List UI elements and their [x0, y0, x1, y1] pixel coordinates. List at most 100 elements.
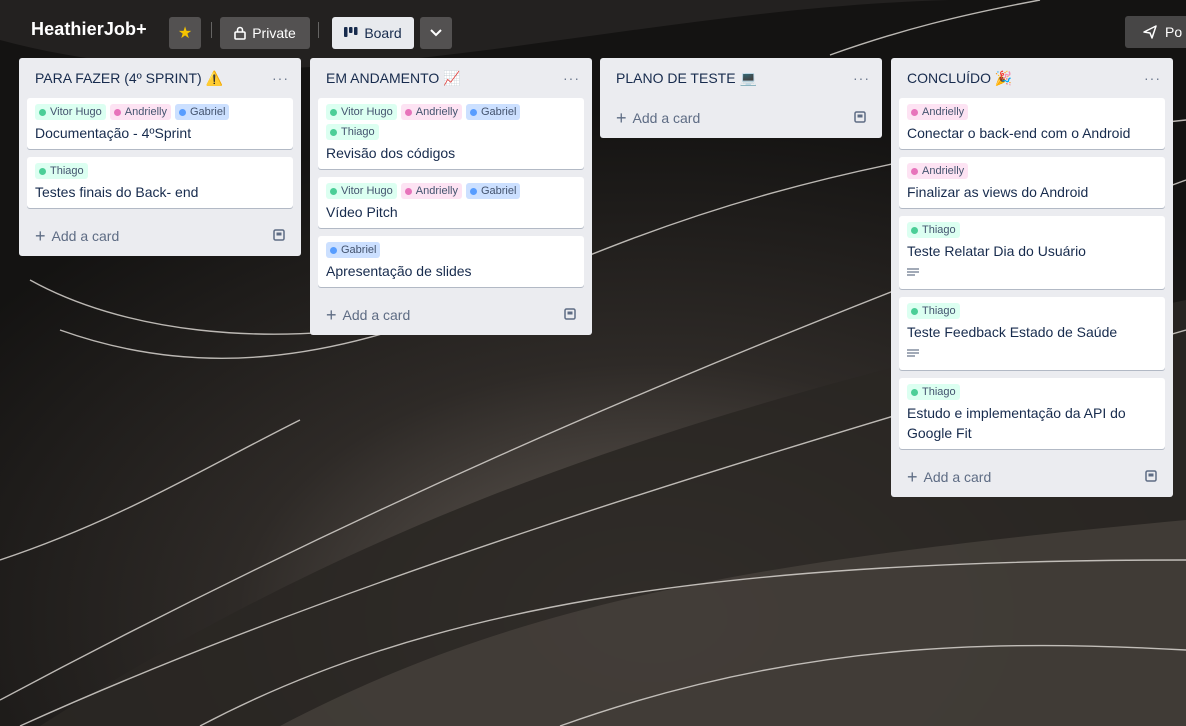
list-concluido: CONCLUÍDO 🎉 ··· Andrielly Conectar o back-e… [891, 58, 1173, 497]
plus-icon: + [907, 467, 918, 487]
add-card-label: Add a card [632, 110, 701, 126]
card-label[interactable]: Andrielly [109, 104, 171, 120]
label-color-dot [113, 108, 121, 116]
label-text: Thiago [341, 126, 375, 138]
view-switcher-button[interactable] [420, 17, 452, 49]
card-label[interactable]: Andrielly [907, 104, 969, 120]
list-para-fazer: PARA FAZER (4º SPRINT) ⚠️ ··· Vitor Hugo An… [19, 58, 301, 256]
template-icon[interactable] [1143, 468, 1159, 487]
list-card[interactable]: Vitor Hugo Andrielly Gabriel Thiago Revisão … [318, 98, 584, 169]
template-icon[interactable] [562, 306, 578, 325]
label-text: Andrielly [415, 185, 458, 197]
star-button[interactable]: ★ [169, 17, 201, 49]
list-title[interactable]: PARA FAZER (4º SPRINT) ⚠️ [35, 70, 223, 87]
description-icon [907, 346, 1157, 364]
visibility-button[interactable]: Private [220, 17, 310, 49]
label-color-dot [39, 108, 46, 116]
label-text: Thiago [922, 305, 956, 317]
card-labels: Vitor Hugo Andrielly Gabriel [35, 104, 285, 120]
list-title[interactable]: CONCLUÍDO 🎉 [907, 70, 1012, 87]
card-label[interactable]: Thiago [907, 303, 960, 319]
board-title[interactable]: HeathierJob+ [31, 19, 147, 40]
add-card-button[interactable]: + Add a card [326, 306, 411, 324]
list-card[interactable]: Vitor Hugo Andrielly Gabriel Vídeo Pitch [318, 177, 584, 228]
label-text: Thiago [50, 165, 84, 177]
star-icon: ★ [177, 25, 193, 42]
card-labels: Thiago [35, 163, 285, 179]
more-icon[interactable]: ··· [563, 70, 580, 86]
card-labels: Thiago [907, 303, 1157, 319]
plus-icon: + [616, 108, 627, 128]
add-card-label: Add a card [342, 307, 411, 323]
list-card[interactable]: Gabriel Apresentação de slides [318, 236, 584, 287]
description-icon [907, 265, 1157, 283]
card-label[interactable]: Thiago [907, 384, 960, 400]
label-text: Andrielly [922, 165, 965, 177]
card-label[interactable]: Andrielly [400, 104, 462, 120]
template-icon[interactable] [852, 109, 868, 128]
list-em-andamento: EM ANDAMENTO 📈 ··· Vitor Hugo Andrielly Gabr… [310, 58, 592, 335]
card-labels: Andrielly [907, 163, 1157, 179]
add-card-button[interactable]: + Add a card [616, 108, 701, 128]
label-color-dot [330, 187, 337, 195]
card-label[interactable]: Thiago [35, 163, 88, 179]
list-card[interactable]: Andrielly Conectar o back-end com o Andro… [899, 98, 1165, 149]
card-labels: Vitor Hugo Andrielly Gabriel Thiago [326, 104, 576, 140]
list-card[interactable]: Thiago Teste Relatar Dia do Usuário [899, 216, 1165, 289]
card-title: Conectar o back-end com o Android [907, 125, 1131, 141]
label-color-dot [911, 167, 918, 175]
power-ups-button[interactable]: Po [1125, 16, 1186, 48]
card-label[interactable]: Vitor Hugo [326, 183, 397, 199]
power-ups-label: Po [1165, 24, 1183, 40]
board-icon [344, 27, 358, 37]
card-label[interactable]: Thiago [907, 222, 960, 238]
add-card-button[interactable]: + Add a card [907, 467, 991, 487]
more-icon[interactable]: ··· [1144, 70, 1161, 86]
label-text: Andrielly [922, 106, 965, 118]
list-card[interactable]: Thiago Estudo e implementação da API do G… [899, 378, 1165, 449]
label-color-dot [404, 108, 412, 116]
add-card-row: + Add a card [899, 457, 1165, 497]
card-labels: Thiago [907, 222, 1157, 238]
card-label[interactable]: Thiago [326, 124, 379, 140]
add-card-button[interactable]: + Add a card [35, 227, 119, 245]
card-title: Apresentação de slides [326, 263, 472, 279]
card-label[interactable]: Vitor Hugo [326, 104, 397, 120]
label-color-dot [911, 226, 918, 234]
card-labels: Vitor Hugo Andrielly Gabriel [326, 183, 576, 199]
more-icon[interactable]: ··· [272, 70, 289, 86]
more-icon[interactable]: ··· [853, 70, 870, 86]
list-card[interactable]: Thiago Testes finais do Back- end [27, 157, 293, 208]
label-color-dot [330, 246, 337, 254]
list-card[interactable]: Andrielly Finalizar as views do Android [899, 157, 1165, 208]
label-text: Vitor Hugo [50, 106, 102, 118]
divider [211, 22, 212, 38]
card-label[interactable]: Gabriel [174, 104, 230, 120]
add-card-row: + Add a card [318, 295, 584, 335]
card-label[interactable]: Andrielly [400, 183, 462, 199]
board-view-button[interactable]: Board [332, 17, 414, 49]
card-label[interactable]: Vitor Hugo [35, 104, 106, 120]
add-card-row: + Add a card [27, 216, 293, 256]
list-header: CONCLUÍDO 🎉 ··· [899, 58, 1165, 98]
list-header: PLANO DE TESTE 💻 ··· [608, 58, 874, 98]
list-card[interactable]: Vitor Hugo Andrielly Gabriel Documentação -… [27, 98, 293, 149]
list-title[interactable]: PLANO DE TESTE 💻 [616, 70, 757, 87]
card-label[interactable]: Andrielly [907, 163, 969, 179]
list-title[interactable]: EM ANDAMENTO 📈 [326, 70, 461, 87]
label-color-dot [178, 108, 186, 116]
list-card[interactable]: Thiago Teste Feedback Estado de Saúde [899, 297, 1165, 370]
card-title: Finalizar as views do Android [907, 184, 1089, 200]
lock-icon [234, 26, 247, 40]
label-text: Andrielly [415, 106, 458, 118]
label-color-dot [404, 187, 412, 195]
card-labels: Thiago [907, 384, 1157, 400]
label-color-dot [330, 108, 337, 116]
card-label[interactable]: Gabriel [465, 183, 521, 199]
visibility-label: Private [252, 25, 296, 41]
template-icon[interactable] [271, 227, 287, 246]
card-labels: Andrielly [907, 104, 1157, 120]
card-label[interactable]: Gabriel [326, 242, 381, 258]
card-label[interactable]: Gabriel [465, 104, 521, 120]
list-header: EM ANDAMENTO 📈 ··· [318, 58, 584, 98]
